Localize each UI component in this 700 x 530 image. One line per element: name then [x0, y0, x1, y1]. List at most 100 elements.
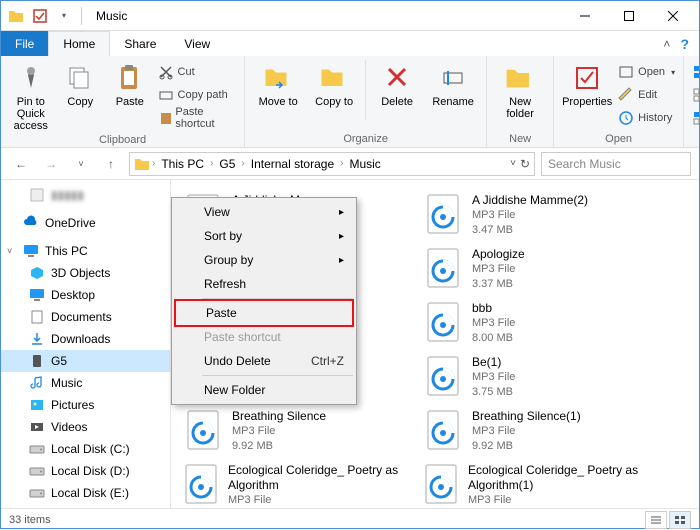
mp3-file-icon	[422, 461, 460, 508]
breadcrumb-segment[interactable]: Internal storage	[247, 157, 338, 171]
nav-g5[interactable]: G5	[1, 350, 170, 372]
rename-button[interactable]: Rename	[428, 60, 478, 108]
close-button[interactable]	[651, 1, 695, 31]
file-name: Be(1)	[472, 355, 515, 370]
nav-documents[interactable]: Documents	[1, 306, 170, 328]
file-meta: Be(1) MP3 File 3.75 MB	[472, 353, 515, 401]
item-count: 33 items	[9, 514, 51, 526]
tab-file[interactable]: File	[1, 31, 48, 56]
recent-locations-button[interactable]: ˅	[69, 152, 93, 176]
ribbon-tabs: File Home Share View ˄ ?	[1, 31, 699, 56]
context-view[interactable]: View▸	[174, 200, 354, 224]
file-meta: Ecological Coleridge_ Poetry as Algorith…	[468, 461, 656, 508]
nav-music[interactable]: Music	[1, 372, 170, 394]
file-item[interactable]: bbb MP3 File 8.00 MB	[419, 296, 659, 350]
nav-pictures[interactable]: Pictures	[1, 394, 170, 416]
history-button[interactable]: History	[618, 108, 675, 128]
context-sort-by[interactable]: Sort by▸	[174, 224, 354, 248]
file-name: Ecological Coleridge_ Poetry as Algorith…	[228, 463, 416, 493]
ribbon-body: Pin to Quick access Copy Paste Cut Copy …	[1, 56, 699, 148]
folder-icon	[5, 5, 27, 27]
breadcrumb-segment[interactable]: G5	[215, 157, 239, 171]
nav-local-disk-d[interactable]: Local Disk (D:)	[1, 460, 170, 482]
file-size: 3.75 MB	[472, 385, 515, 400]
select-all-button[interactable]: Select all	[692, 62, 700, 82]
properties-button[interactable]: Properties	[562, 60, 612, 108]
breadcrumb-segment[interactable]: This PC	[157, 157, 208, 171]
file-item[interactable]: Breathing Silence MP3 File 9.92 MB	[179, 404, 419, 458]
qat-properties-icon[interactable]	[29, 5, 51, 27]
tiles-view-button[interactable]	[669, 511, 691, 529]
titlebar: ▾ Music	[1, 1, 699, 31]
context-paste-shortcut: Paste shortcut	[174, 325, 354, 349]
mp3-file-icon	[422, 191, 464, 239]
separator	[81, 7, 82, 25]
back-button[interactable]: ←	[9, 152, 33, 176]
context-new-folder[interactable]: New Folder	[174, 378, 354, 402]
ribbon-group-new: New folder New	[487, 56, 554, 147]
minimize-button[interactable]	[563, 1, 607, 31]
tab-home[interactable]: Home	[48, 31, 110, 56]
invert-selection-button[interactable]: Invert selection	[692, 108, 700, 128]
file-name: Breathing Silence(1)	[472, 409, 581, 424]
forward-button[interactable]: →	[39, 152, 63, 176]
file-item[interactable]: A Jiddishe Mamme(2) MP3 File 3.47 MB	[419, 188, 659, 242]
delete-button[interactable]: Delete	[372, 60, 422, 108]
nav-local-disk-e[interactable]: Local Disk (E:)	[1, 482, 170, 504]
nav-this-pc[interactable]: ˅This PC	[1, 240, 170, 262]
paste-shortcut-button[interactable]: Paste shortcut	[158, 108, 237, 128]
mp3-file-icon	[422, 407, 464, 455]
file-meta: Breathing Silence MP3 File 9.92 MB	[232, 407, 326, 455]
cut-button[interactable]: Cut	[158, 62, 237, 82]
nav-downloads[interactable]: Downloads	[1, 328, 170, 350]
maximize-button[interactable]	[607, 1, 651, 31]
nav-videos[interactable]: Videos	[1, 416, 170, 438]
nav-onedrive[interactable]: OneDrive	[1, 212, 170, 234]
open-button[interactable]: Open▾	[618, 62, 675, 82]
nav-3d-objects[interactable]: 3D Objects	[1, 262, 170, 284]
tab-view[interactable]: View	[170, 31, 224, 56]
mp3-file-icon	[182, 461, 220, 508]
search-input[interactable]: Search Music	[541, 152, 691, 176]
file-size: 9.92 MB	[232, 439, 326, 454]
edit-button[interactable]: Edit	[618, 85, 675, 105]
context-undo-delete[interactable]: Undo DeleteCtrl+Z	[174, 349, 354, 373]
context-group-by[interactable]: Group by▸	[174, 248, 354, 272]
tab-share[interactable]: Share	[110, 31, 170, 56]
paste-button[interactable]: Paste	[108, 60, 152, 108]
details-view-button[interactable]	[645, 511, 667, 529]
file-item[interactable]: Ecological Coleridge_ Poetry as Algorith…	[179, 458, 419, 508]
copy-path-button[interactable]: Copy path	[158, 85, 237, 105]
refresh-icon[interactable]: ↻	[520, 157, 530, 171]
window-controls	[563, 1, 699, 31]
context-paste[interactable]: Paste	[176, 301, 352, 325]
copy-to-button[interactable]: Copy to	[309, 60, 359, 108]
file-item[interactable]: Ecological Coleridge_ Poetry as Algorith…	[419, 458, 659, 508]
select-none-button[interactable]: Select none	[692, 85, 700, 105]
file-size: 9.92 MB	[472, 439, 581, 454]
breadcrumb-segment[interactable]: Music	[345, 157, 384, 171]
move-to-button[interactable]: Move to	[253, 60, 303, 108]
mp3-file-icon	[422, 245, 464, 293]
qat-dropdown-icon[interactable]: ▾	[53, 5, 75, 27]
pin-to-quick-access-button[interactable]: Pin to Quick access	[9, 60, 53, 132]
file-item[interactable]: Apologize MP3 File 3.37 MB	[419, 242, 659, 296]
nav-local-disk-c[interactable]: Local Disk (C:)	[1, 438, 170, 460]
context-refresh[interactable]: Refresh	[174, 272, 354, 296]
copy-button[interactable]: Copy	[59, 60, 103, 108]
collapse-ribbon-icon[interactable]: ˄	[663, 37, 670, 51]
file-meta: A Jiddishe Mamme(2) MP3 File 3.47 MB	[472, 191, 588, 239]
breadcrumb-dropdown-icon[interactable]: ˅	[510, 158, 516, 169]
file-meta: Apologize MP3 File 3.37 MB	[472, 245, 525, 293]
file-meta: Breathing Silence(1) MP3 File 9.92 MB	[472, 407, 581, 455]
nav-quick-access-item[interactable]: ▮▮▮▮▮	[1, 184, 170, 206]
breadcrumb[interactable]: › This PC› G5› Internal storage› Music ˅…	[129, 152, 535, 176]
file-type: MP3 File	[472, 424, 581, 439]
file-item[interactable]: Breathing Silence(1) MP3 File 9.92 MB	[419, 404, 659, 458]
context-menu: View▸ Sort by▸ Group by▸ Refresh Paste P…	[171, 197, 357, 405]
up-button[interactable]: ↑	[99, 152, 123, 176]
help-icon[interactable]: ?	[680, 36, 689, 52]
new-folder-button[interactable]: New folder	[495, 60, 545, 120]
file-item[interactable]: Be(1) MP3 File 3.75 MB	[419, 350, 659, 404]
nav-desktop[interactable]: Desktop	[1, 284, 170, 306]
